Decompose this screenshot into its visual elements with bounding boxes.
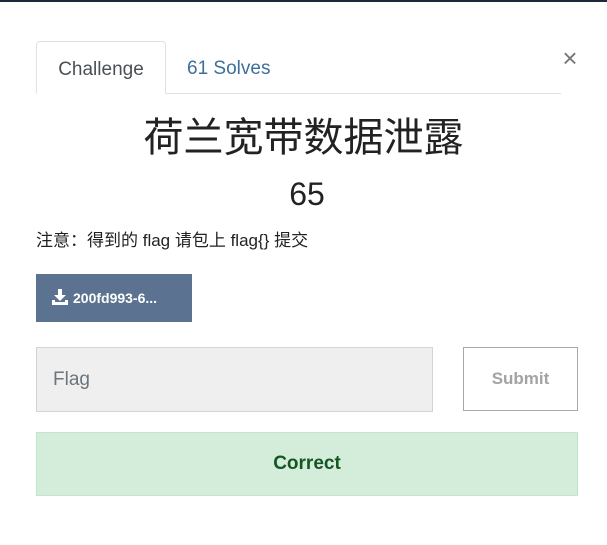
result-notification: Correct [36,432,578,496]
file-name: 200fd993-6... [73,290,158,306]
challenge-modal: Challenge 61 Solves × 荷兰宽带数据泄露 65 注意：得到的… [0,0,607,545]
challenge-title: 荷兰宽带数据泄露 [143,116,464,160]
submit-button[interactable]: Submit [463,347,578,411]
tab-solves[interactable]: 61 Solves [187,41,270,93]
challenge-tabs: Challenge 61 Solves [36,41,561,94]
close-icon[interactable]: × [558,44,582,72]
flag-input[interactable] [36,347,433,412]
challenge-description: 注意：得到的 flag 请包上 flag{} 提交 [36,231,309,250]
challenge-value: 65 [289,176,325,212]
tab-challenge[interactable]: Challenge [36,41,166,94]
file-download-button[interactable]: 200fd993-6... [36,274,192,322]
download-icon [52,289,68,305]
